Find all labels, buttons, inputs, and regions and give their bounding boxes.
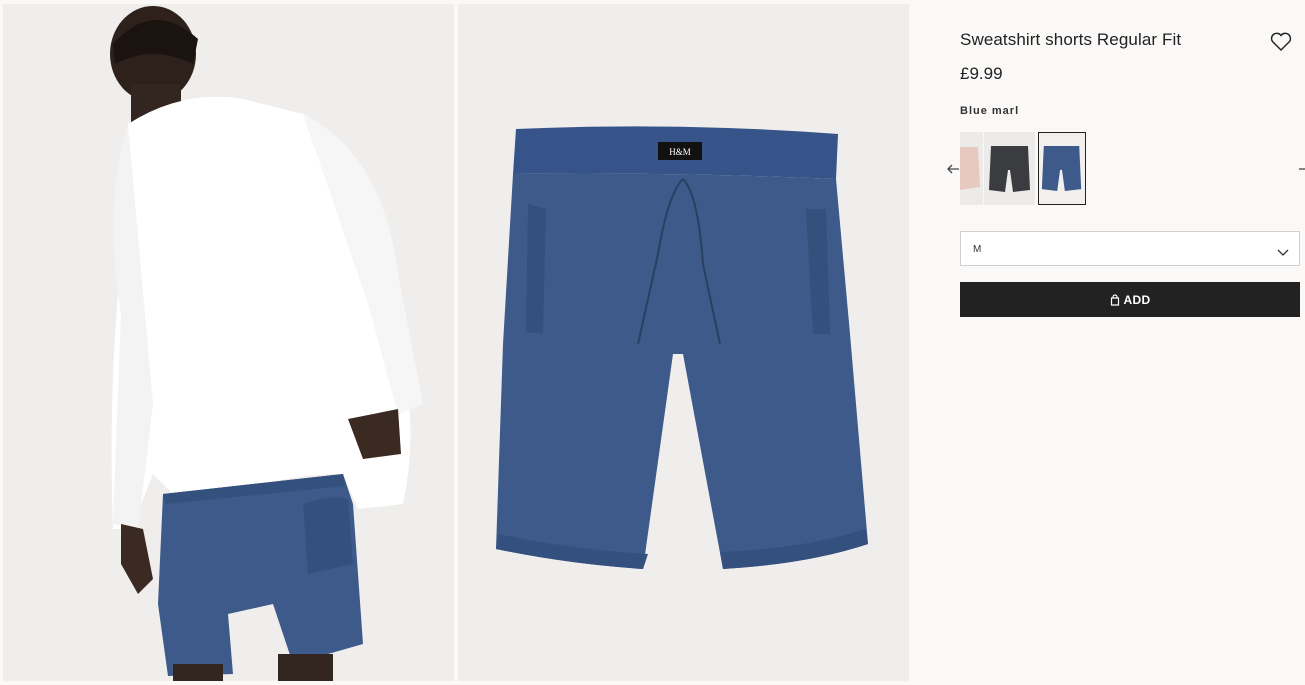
model-photo	[3, 4, 454, 681]
product-photo: H&M	[458, 4, 909, 681]
heart-icon[interactable]	[1270, 32, 1292, 52]
color-swatch-black[interactable]	[984, 132, 1035, 205]
color-swatch-pink[interactable]	[960, 132, 983, 205]
arrow-left-icon[interactable]	[946, 162, 960, 176]
arrow-right-icon[interactable]	[1298, 162, 1305, 176]
shorts-illustration: H&M	[458, 4, 909, 681]
add-to-bag-button[interactable]: ADD	[960, 282, 1300, 317]
bag-icon	[1110, 293, 1120, 306]
product-title: Sweatshirt shorts Regular Fit	[960, 30, 1182, 49]
selected-color-label: Blue marl	[960, 105, 1020, 117]
brand-label: H&M	[669, 147, 691, 157]
add-button-label: ADD	[1123, 292, 1151, 307]
model-illustration	[3, 4, 454, 681]
product-price: £9.99	[960, 64, 1003, 83]
size-select-value: M	[973, 244, 982, 255]
size-select[interactable]: M	[960, 231, 1300, 266]
color-swatch-blue[interactable]	[1038, 132, 1086, 205]
product-info-panel: Sweatshirt shorts Regular Fit £9.99 Blue…	[947, 0, 1305, 685]
chevron-down-icon	[1277, 244, 1289, 256]
